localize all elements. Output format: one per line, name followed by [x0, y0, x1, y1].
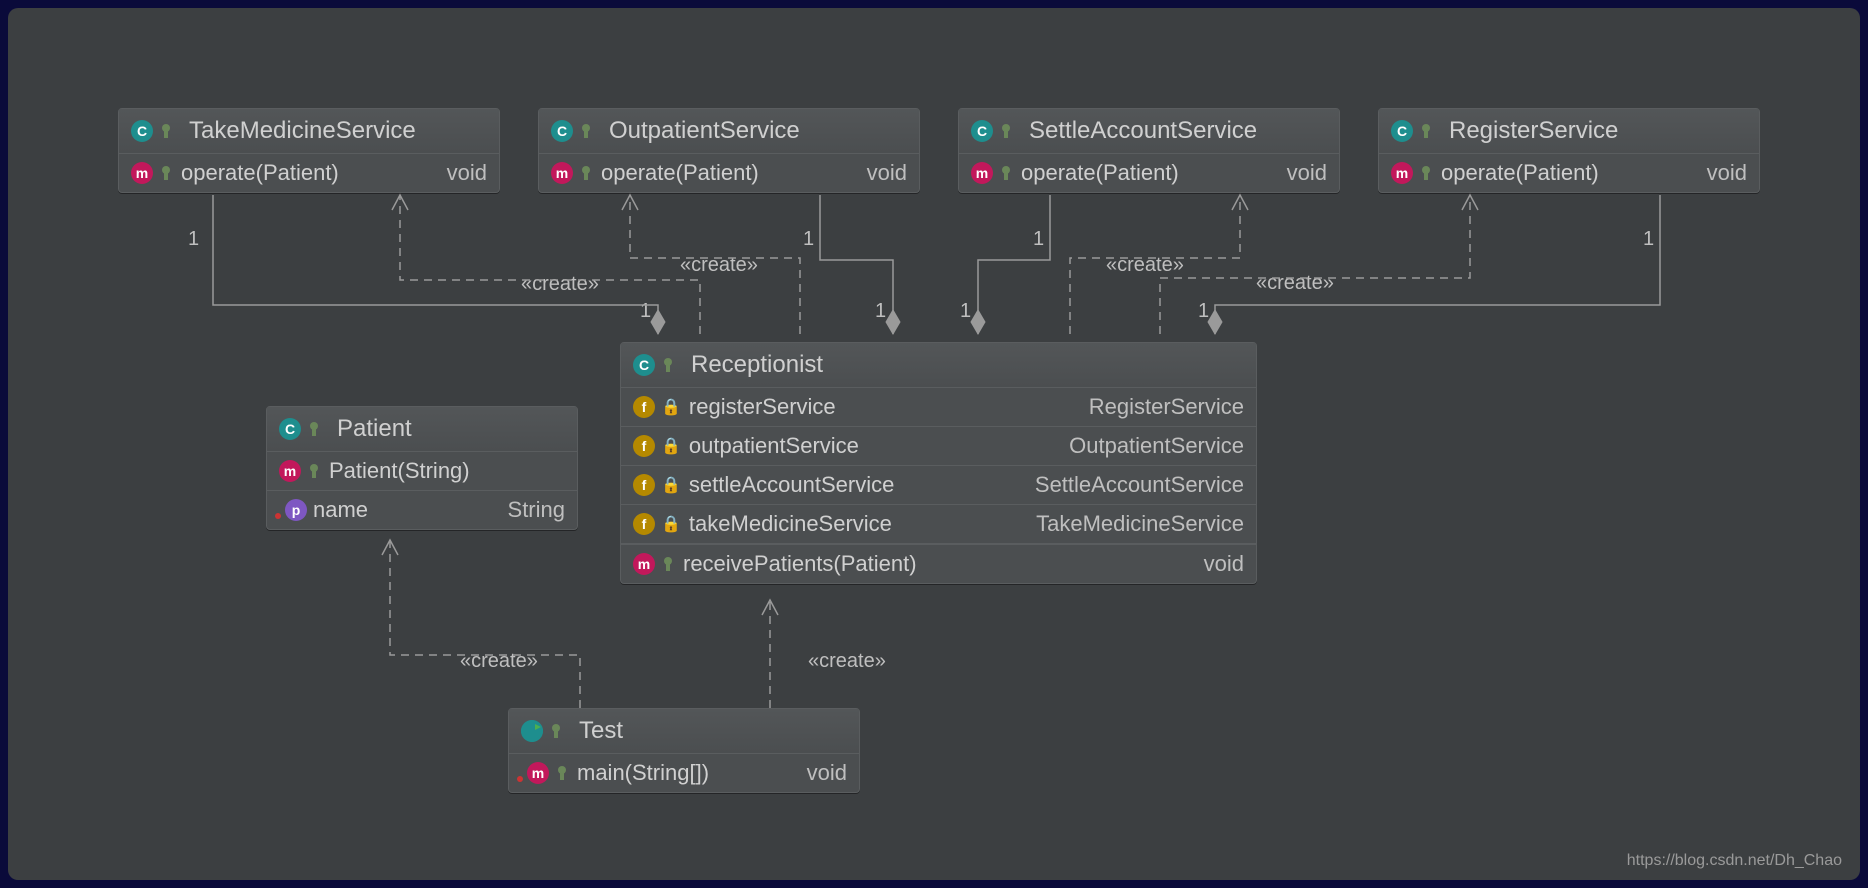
public-icon [1419, 166, 1433, 180]
public-icon [1419, 124, 1433, 138]
class-settleaccountservice: C SettleAccountService m operate(Patient… [958, 108, 1340, 193]
return-type: void [1707, 160, 1747, 186]
field-name: registerService [689, 394, 836, 420]
lock-icon: 🔒 [661, 475, 681, 495]
method-icon: m [971, 162, 993, 184]
public-icon [661, 358, 675, 372]
static-dot-icon [517, 776, 523, 782]
class-title: SettleAccountService [1029, 117, 1257, 145]
public-icon [999, 124, 1013, 138]
public-icon [579, 124, 593, 138]
prop-dot-icon [275, 513, 281, 519]
multiplicity-label: 1 [1643, 228, 1654, 251]
create-stereotype: «create» [808, 650, 886, 673]
class-title: RegisterService [1449, 117, 1618, 145]
public-icon [307, 422, 321, 436]
return-type: void [1287, 160, 1327, 186]
multiplicity-label: 1 [640, 300, 651, 323]
field-icon: f [633, 396, 655, 418]
create-stereotype: «create» [1256, 272, 1334, 295]
return-type: void [1204, 551, 1244, 577]
field-type: OutpatientService [1069, 433, 1244, 459]
class-test: Test m main(String[]) void [508, 708, 860, 793]
class-receptionist: C Receptionist f 🔒 registerService Regis… [620, 342, 1257, 584]
lock-icon: 🔒 [661, 436, 681, 456]
multiplicity-label: 1 [875, 300, 886, 323]
create-stereotype: «create» [680, 254, 758, 277]
class-title: TakeMedicineService [189, 117, 416, 145]
field-name: settleAccountService [689, 472, 894, 498]
public-icon [579, 166, 593, 180]
class-title: Patient [337, 415, 412, 443]
field-icon: f [633, 474, 655, 496]
field-type: TakeMedicineService [1036, 511, 1244, 537]
method-signature: operate(Patient) [601, 160, 759, 186]
return-type: void [447, 160, 487, 186]
watermark-text: https://blog.csdn.net/Dh_Chao [1627, 852, 1842, 870]
class-patient: C Patient m Patient(String) p name Strin… [266, 406, 578, 530]
property-icon: p [285, 499, 307, 521]
method-icon: m [1391, 162, 1413, 184]
public-icon [999, 166, 1013, 180]
field-icon: f [633, 435, 655, 457]
property-type: String [508, 497, 565, 523]
class-outpatientservice: C OutpatientService m operate(Patient) v… [538, 108, 920, 193]
class-icon: C [633, 354, 655, 376]
field-name: outpatientService [689, 433, 859, 459]
runnable-class-icon [521, 720, 543, 742]
field-icon: f [633, 513, 655, 535]
property-name: name [313, 497, 368, 523]
class-icon: C [1391, 120, 1413, 142]
class-icon: C [551, 120, 573, 142]
multiplicity-label: 1 [188, 228, 199, 251]
multiplicity-label: 1 [1033, 228, 1044, 251]
method-signature: operate(Patient) [181, 160, 339, 186]
method-signature: operate(Patient) [1021, 160, 1179, 186]
method-icon: m [131, 162, 153, 184]
class-icon: C [131, 120, 153, 142]
method-icon: m [279, 460, 301, 482]
public-icon [549, 724, 563, 738]
constructor-signature: Patient(String) [329, 458, 470, 484]
multiplicity-label: 1 [960, 300, 971, 323]
field-type: SettleAccountService [1035, 472, 1244, 498]
return-type: void [867, 160, 907, 186]
class-takemedicineservice: C TakeMedicineService m operate(Patient)… [118, 108, 500, 193]
class-icon: C [279, 418, 301, 440]
create-stereotype: «create» [1106, 254, 1184, 277]
lock-icon: 🔒 [661, 514, 681, 534]
method-icon: m [551, 162, 573, 184]
method-signature: main(String[]) [577, 760, 709, 786]
public-icon [159, 124, 173, 138]
class-registerservice: C RegisterService m operate(Patient) voi… [1378, 108, 1760, 193]
diagram-panel: C TakeMedicineService m operate(Patient)… [8, 8, 1860, 880]
method-icon: m [527, 762, 549, 784]
field-name: takeMedicineService [689, 511, 892, 537]
method-signature: operate(Patient) [1441, 160, 1599, 186]
method-signature: receivePatients(Patient) [683, 551, 917, 577]
public-icon [159, 166, 173, 180]
public-icon [307, 464, 321, 478]
lock-icon: 🔒 [661, 397, 681, 417]
multiplicity-label: 1 [1198, 300, 1209, 323]
class-title: OutpatientService [609, 117, 800, 145]
return-type: void [807, 760, 847, 786]
public-icon [661, 557, 675, 571]
method-icon: m [633, 553, 655, 575]
create-stereotype: «create» [521, 273, 599, 296]
public-icon [555, 766, 569, 780]
multiplicity-label: 1 [803, 228, 814, 251]
field-type: RegisterService [1089, 394, 1244, 420]
create-stereotype: «create» [460, 650, 538, 673]
class-title: Receptionist [691, 351, 823, 379]
class-icon: C [971, 120, 993, 142]
class-title: Test [579, 717, 623, 745]
